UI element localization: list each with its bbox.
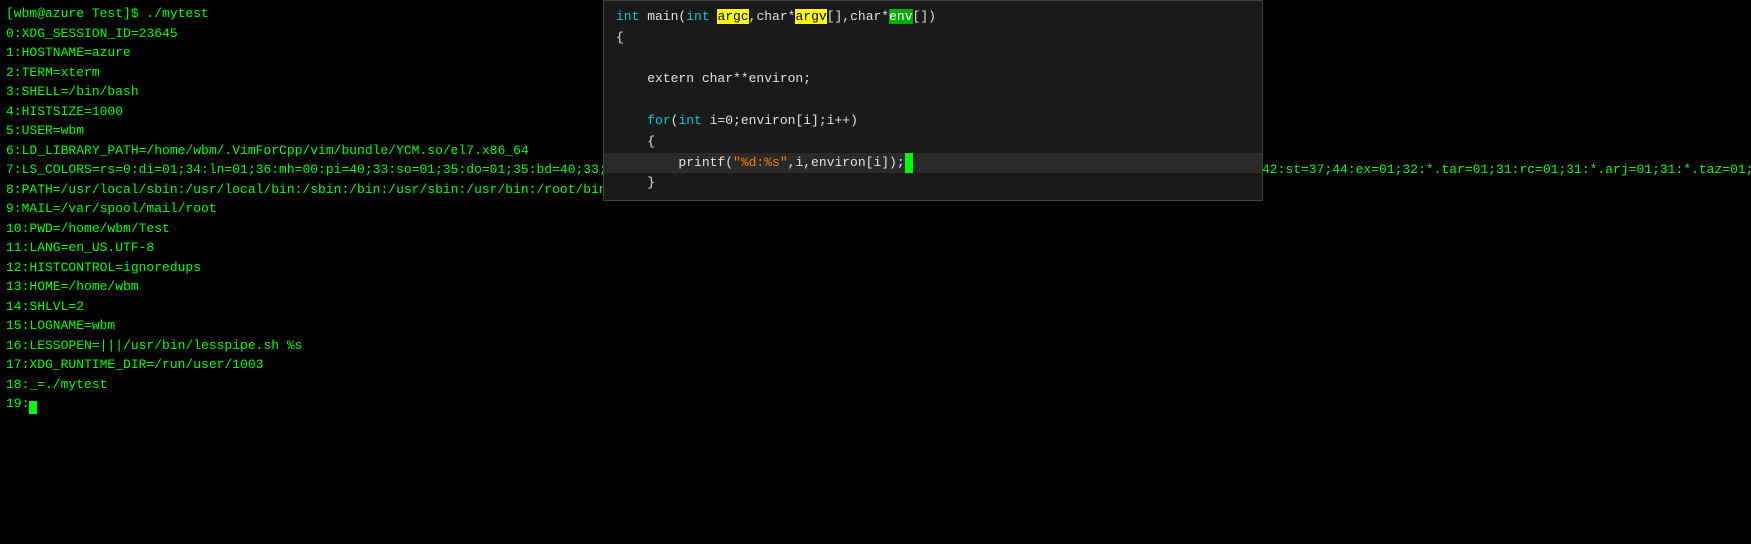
code-line-extern: extern char**environ; xyxy=(604,69,1262,90)
cursor-inline xyxy=(905,153,913,174)
terminal: [wbm@azure Test]$ ./mytest 0:XDG_SESSION… xyxy=(0,0,1751,544)
param-argv: argv xyxy=(795,9,826,24)
terminal-cursor xyxy=(29,401,37,414)
terminal-line-15: 14:SHLVL=2 xyxy=(6,297,1745,317)
terminal-line-19: 18:_=./mytest xyxy=(6,375,1745,395)
keyword-for: for xyxy=(647,113,670,128)
terminal-line-13: 12:HISTCONTROL=ignoredups xyxy=(6,258,1745,278)
code-line-close-brace: } xyxy=(604,173,1262,194)
terminal-line-12: 11:LANG=en_US.UTF-8 xyxy=(6,238,1745,258)
code-line-blank1 xyxy=(604,49,1262,70)
terminal-line-10: 9:MAIL=/var/spool/mail/root xyxy=(6,199,1745,219)
terminal-line-16: 15:LOGNAME=wbm xyxy=(6,316,1745,336)
code-line-open-brace: { xyxy=(604,28,1262,49)
terminal-line-17: 16:LESSOPEN=|||/usr/bin/lesspipe.sh %s xyxy=(6,336,1745,356)
param-env: env xyxy=(889,9,912,24)
string-format: "%d:%s" xyxy=(733,155,788,170)
code-line-open-brace2: { xyxy=(604,132,1262,153)
param-argc: argc xyxy=(717,9,748,24)
terminal-line-14: 13:HOME=/home/wbm xyxy=(6,277,1745,297)
code-line-blank2 xyxy=(604,90,1262,111)
terminal-line-20: 19: xyxy=(6,394,1745,414)
code-line-printf: printf("%d:%s",i,environ[i]); xyxy=(604,153,1262,174)
keyword-int: int xyxy=(616,9,639,24)
terminal-line-18: 17:XDG_RUNTIME_DIR=/run/user/1003 xyxy=(6,355,1745,375)
keyword-int2: int xyxy=(686,9,709,24)
code-overlay: int main(int argc,char*argv[],char*env[]… xyxy=(603,0,1263,201)
terminal-line-11: 10:PWD=/home/wbm/Test xyxy=(6,219,1745,239)
code-line-signature: int main(int argc,char*argv[],char*env[]… xyxy=(604,7,1262,28)
keyword-int3: int xyxy=(678,113,701,128)
code-line-for: for(int i=0;environ[i];i++) xyxy=(604,111,1262,132)
